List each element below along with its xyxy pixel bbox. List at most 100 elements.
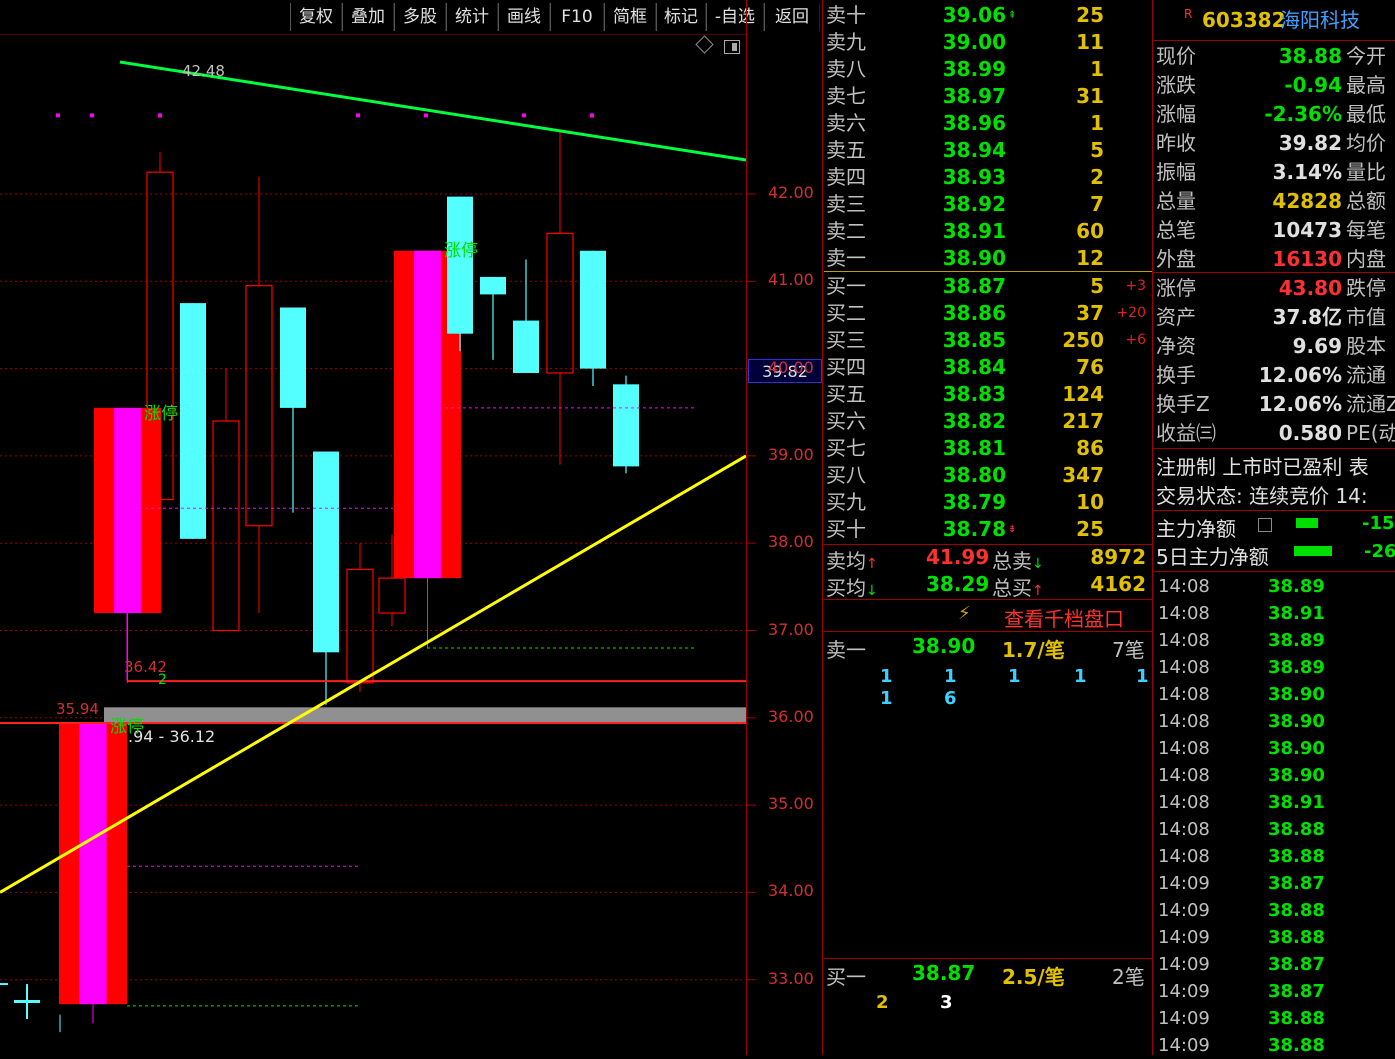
marker-dot (522, 113, 526, 118)
queue-buy-count: 2笔 (1112, 965, 1145, 989)
tick-price: 38.91 (1268, 603, 1325, 624)
bid-level-row[interactable]: 买十 38.78 25 ⇟ (826, 516, 1150, 543)
level-price: 38.80 (942, 463, 1006, 487)
stock-name: 海阳科技 (1280, 8, 1360, 32)
level-price: 38.81 (942, 436, 1006, 460)
level-volume: 7 (1090, 192, 1104, 216)
ask-level-row[interactable]: 卖六 38.96 1 (826, 110, 1150, 137)
bid-level-row[interactable]: 买二 38.86 37 +20 (826, 300, 1150, 327)
candle-down (313, 451, 339, 653)
toolbar-button[interactable]: 多股 (394, 3, 446, 31)
toolbar-button[interactable]: 返回 (764, 3, 820, 31)
info-value: -2.36% (1264, 102, 1342, 126)
tick-row: 14:08 38.89 (1156, 573, 1395, 600)
candle-limit-up-core (414, 250, 441, 579)
ask-level-row[interactable]: 卖五 38.94 5 (826, 137, 1150, 164)
bid-level-row[interactable]: 买七 38.81 86 (826, 435, 1150, 462)
main-net-value: -15 (1362, 513, 1395, 534)
toolbar-button[interactable]: 复权 (290, 3, 342, 31)
info-key: 外盘 (1156, 247, 1196, 271)
level-label: 买六 (826, 409, 866, 433)
bid-level-row[interactable]: 买一 38.87 5 +3 (826, 273, 1150, 300)
price-axis-label: 42.00 (768, 183, 814, 202)
tick-row: 14:08 38.90 (1156, 708, 1395, 735)
avg-buy-label: 买均↓ (826, 576, 878, 600)
candle-up (212, 420, 240, 632)
candle-down (613, 384, 639, 467)
marker-dot (424, 113, 428, 118)
panel-toggle-icon[interactable] (724, 40, 740, 54)
toolbar-button[interactable]: -自选 (706, 3, 764, 31)
level-change: +3 (1125, 278, 1146, 294)
level-price: 38.82 (942, 409, 1006, 433)
level-volume: 250 (1062, 328, 1104, 352)
info-value: 37.8亿 (1272, 305, 1342, 329)
tick-time: 14:08 (1158, 630, 1210, 651)
level-price: 38.99 (942, 57, 1006, 81)
info-key: 现价 (1156, 44, 1196, 68)
level-price: 39.00 (942, 30, 1006, 54)
level-price: 38.97 (942, 84, 1006, 108)
info-key: 最高 (1346, 73, 1386, 97)
toolbar-button[interactable]: 叠加 (342, 3, 394, 31)
info-row: 现价 38.88 今开 (1156, 42, 1395, 70)
kline-chart[interactable]: 39.82 (0, 34, 822, 1055)
level-label: 卖一 (826, 246, 866, 270)
toolbar-button[interactable]: 统计 (446, 3, 498, 31)
level-volume: 76 (1076, 355, 1104, 379)
bid-level-row[interactable]: 买九 38.79 10 (826, 489, 1150, 516)
list-icon[interactable] (1258, 518, 1272, 532)
level-volume: 11 (1076, 30, 1104, 54)
ask-level-row[interactable]: 卖十 39.06 25 ⇞ (826, 2, 1150, 29)
ask-level-row[interactable]: 卖四 38.93 2 (826, 164, 1150, 191)
level-price: 38.78 (942, 517, 1006, 541)
level-label: 买一 (826, 274, 866, 298)
tick-time: 14:09 (1158, 1008, 1210, 1029)
level-volume: 10 (1076, 490, 1104, 514)
level-label: 卖八 (826, 57, 866, 81)
bid-level-row[interactable]: 买八 38.80 347 (826, 462, 1150, 489)
tick-price: 38.90 (1268, 711, 1325, 732)
bid-level-row[interactable]: 买五 38.83 124 (826, 381, 1150, 408)
bid-level-row[interactable]: 买四 38.84 76 (826, 354, 1150, 381)
toolbar-button[interactable]: 画线 (498, 3, 550, 31)
price-axis-label: 41.00 (768, 270, 814, 290)
level-volume: 217 (1062, 409, 1104, 433)
kline-svg[interactable] (0, 34, 822, 1055)
level-label: 卖九 (826, 30, 866, 54)
info-value: 12.06% (1258, 363, 1342, 387)
info-row: 换手Z 12.06% 流通Z (1156, 390, 1395, 418)
ask-level-row[interactable]: 卖一 38.90 12 (826, 245, 1150, 272)
level-volume: 25 (1076, 517, 1104, 541)
stock-code: 603382 (1202, 8, 1286, 32)
ask-level-row[interactable]: 卖七 38.97 31 (826, 83, 1150, 110)
info-key: 今开 (1346, 44, 1386, 68)
ask-level-row[interactable]: 卖二 38.91 60 (826, 218, 1150, 245)
info-row: 资产 37.8亿 市值 (1156, 303, 1395, 331)
divider (1154, 272, 1395, 273)
ask-level-row[interactable]: 卖八 38.99 1 (826, 56, 1150, 83)
toolbar-button[interactable]: 简框 (604, 3, 656, 31)
tick-row: 14:08 38.91 (1156, 600, 1395, 627)
queue-order: 1 (880, 688, 893, 709)
info-key: 每笔 (1346, 218, 1386, 242)
tick-price: 38.90 (1268, 684, 1325, 705)
queue-order: 3 (940, 992, 953, 1013)
view-depth-link[interactable]: 查看千档盘口 (1004, 603, 1124, 632)
info-value: 16130 (1272, 247, 1342, 271)
main-net5-label: 5日主力净额 (1156, 545, 1269, 569)
info-key: 内盘 (1346, 247, 1386, 271)
bid-level-row[interactable]: 买三 38.85 250 +6 (826, 327, 1150, 354)
tick-row: 14:09 38.88 (1156, 924, 1395, 951)
queue-sell-count: 7笔 (1112, 638, 1145, 662)
bid-level-row[interactable]: 买六 38.82 217 (826, 408, 1150, 435)
toolbar-button[interactable]: F10 (550, 3, 604, 31)
high-label: 42.48 (182, 62, 225, 80)
ask-level-row[interactable]: 卖三 38.92 7 (826, 191, 1150, 218)
main-net5-bar (1294, 546, 1332, 556)
toolbar-button[interactable]: 标记 (656, 3, 706, 31)
stock-header[interactable]: R 603382 海阳科技 (1156, 4, 1395, 36)
ask-level-row[interactable]: 卖九 39.00 11 (826, 29, 1150, 56)
level-label: 卖七 (826, 84, 866, 108)
queue-buy-label: 买一 (826, 965, 866, 989)
